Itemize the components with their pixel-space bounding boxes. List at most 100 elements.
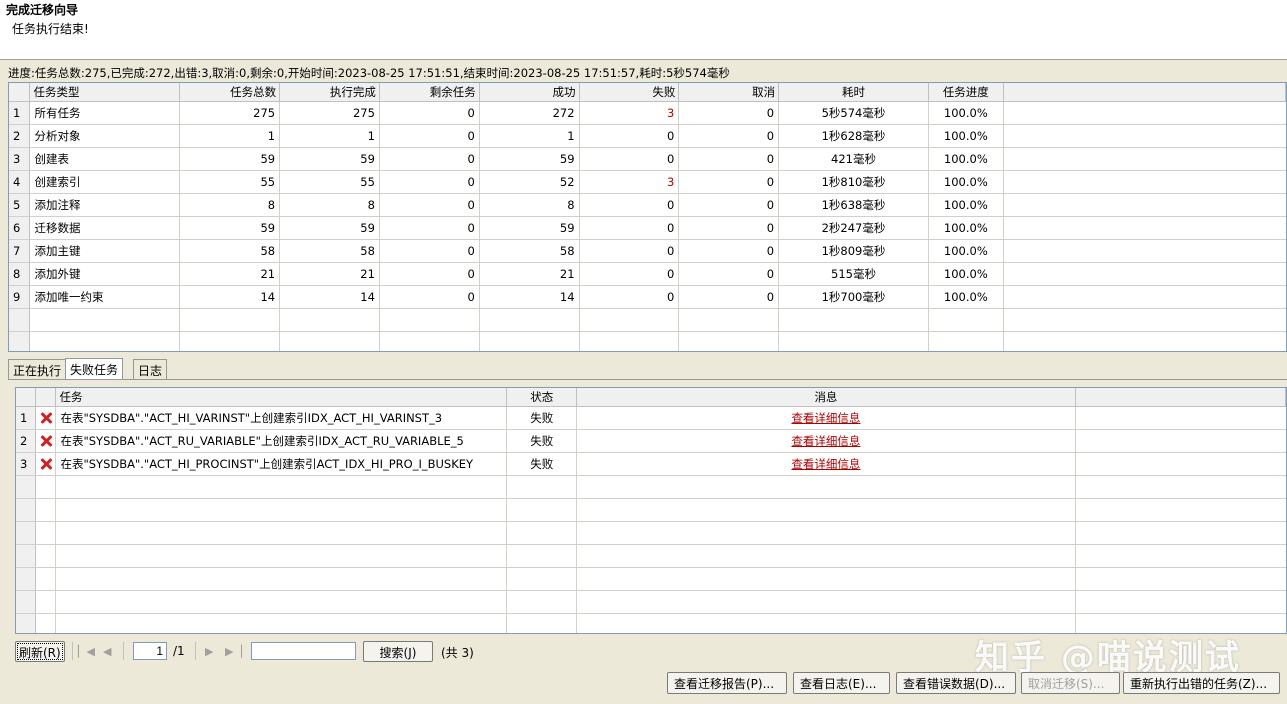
error-icon-cell <box>35 406 57 430</box>
col-filler <box>1075 388 1286 407</box>
empty-cell <box>579 331 680 351</box>
page-number-input[interactable] <box>133 642 167 660</box>
table-row[interactable]: 2 在表"SYSDBA"."ACT_RU_VARIABLE"上创建索引IDX_AC… <box>16 429 1286 453</box>
col-status[interactable]: 状态 <box>506 388 578 407</box>
col-completed[interactable]: 执行完成 <box>279 83 380 102</box>
tab-failed-tasks[interactable]: 失败任务 <box>65 358 124 379</box>
table-row[interactable]: 3 在表"SYSDBA"."ACT_HI_PROCINST"上创建索引ACT_ID… <box>16 452 1286 476</box>
col-total[interactable]: 任务总数 <box>179 83 281 102</box>
view-error-data-button[interactable]: 查看错误数据(D)... <box>896 672 1016 694</box>
filler-cell <box>1003 262 1286 286</box>
empty-cell <box>1075 567 1286 591</box>
col-elapsed[interactable]: 耗时 <box>778 83 929 102</box>
remaining-cell: 0 <box>379 193 480 217</box>
progress-summary: 进度:任务总数:275,已完成:272,出错:3,取消:0,剩余:0,开始时间:… <box>8 66 730 80</box>
table-row[interactable]: 7 添加主键 58 58 0 58 0 0 1秒809毫秒 100.0% <box>9 239 1286 263</box>
col-task[interactable]: 任务 <box>55 388 508 407</box>
message-cell[interactable]: 查看详细信息 <box>576 452 1076 476</box>
col-progress[interactable]: 任务进度 <box>928 83 1004 102</box>
empty-cell <box>579 308 680 332</box>
last-page-icon[interactable]: ▶▕ <box>225 645 242 658</box>
view-log-button[interactable]: 查看日志(E)... <box>793 672 890 694</box>
table-row[interactable]: 2 分析对象 1 1 0 1 0 0 1秒628毫秒 100.0% <box>9 124 1286 148</box>
result-count: (共 3) <box>441 646 474 660</box>
next-page-icon[interactable]: ▶ <box>205 645 213 658</box>
row-number: 2 <box>9 124 31 148</box>
refresh-button[interactable]: 刷新(R) <box>15 641 65 662</box>
empty-row <box>16 521 1286 545</box>
col-remaining[interactable]: 剩余任务 <box>379 83 480 102</box>
search-input[interactable] <box>251 642 356 660</box>
tab-log[interactable]: 日志 <box>133 359 168 379</box>
cancelled-cell: 0 <box>678 193 780 217</box>
cancelled-cell: 0 <box>678 170 780 194</box>
view-report-button[interactable]: 查看迁移报告(P)... <box>667 672 787 694</box>
message-cell[interactable]: 查看详细信息 <box>576 429 1076 453</box>
progress-cell: 100.0% <box>928 216 1004 240</box>
row-number: 3 <box>9 147 31 171</box>
col-task-type[interactable]: 任务类型 <box>29 83 181 102</box>
col-failed[interactable]: 失败 <box>579 83 680 102</box>
col-success[interactable]: 成功 <box>479 83 580 102</box>
empty-cell <box>379 331 480 351</box>
message-cell[interactable]: 查看详细信息 <box>576 406 1076 430</box>
empty-cell <box>35 498 57 522</box>
search-button[interactable]: 搜索(J) <box>363 641 433 662</box>
empty-cell <box>506 590 578 614</box>
success-cell: 272 <box>479 101 580 125</box>
first-page-icon[interactable]: ▏◀ <box>78 645 95 658</box>
failed-tasks-table: 任务 状态 消息 1 在表"SYSDBA"."ACT_HI_VARINST"上创建… <box>16 388 1286 633</box>
task-type-cell: 所有任务 <box>29 101 181 125</box>
task-type-cell: 迁移数据 <box>29 216 181 240</box>
progress-cell: 100.0% <box>928 239 1004 263</box>
empty-cell <box>778 308 929 332</box>
cancel-migration-button[interactable]: 取消迁移(S)... <box>1021 672 1120 694</box>
empty-cell <box>35 590 57 614</box>
total-cell: 275 <box>179 101 281 125</box>
view-details-link[interactable]: 查看详细信息 <box>791 434 860 448</box>
empty-cell <box>16 544 37 568</box>
completed-cell: 59 <box>279 216 380 240</box>
prev-page-icon[interactable]: ◀ <box>103 645 111 658</box>
empty-cell <box>16 498 37 522</box>
elapsed-cell: 1秒700毫秒 <box>778 285 929 309</box>
page-total: /1 <box>173 644 185 658</box>
empty-cell <box>479 331 580 351</box>
total-cell: 8 <box>179 193 281 217</box>
row-number: 1 <box>16 406 37 430</box>
table-row[interactable]: 6 迁移数据 59 59 0 59 0 0 2秒247毫秒 100.0% <box>9 216 1286 240</box>
failed-tasks-grid[interactable]: 任务 状态 消息 1 在表"SYSDBA"."ACT_HI_VARINST"上创建… <box>15 387 1287 634</box>
view-details-link[interactable]: 查看详细信息 <box>791 457 860 471</box>
table-row[interactable]: 3 创建表 59 59 0 59 0 0 421毫秒 100.0% <box>9 147 1286 171</box>
failed-cell: 0 <box>579 216 680 240</box>
view-details-link[interactable]: 查看详细信息 <box>791 411 860 425</box>
empty-cell <box>479 308 580 332</box>
failed-cell: 0 <box>579 262 680 286</box>
failed-cell: 0 <box>579 285 680 309</box>
col-cancelled[interactable]: 取消 <box>678 83 780 102</box>
rerun-failed-button[interactable]: 重新执行出错的任务(Z)... <box>1123 672 1280 694</box>
empty-row <box>16 567 1286 591</box>
task-summary-grid[interactable]: 任务类型 任务总数 执行完成 剩余任务 成功 失败 取消 耗时 任务进度 1 所有… <box>8 82 1287 352</box>
table-row[interactable]: 1 所有任务 275 275 0 272 3 0 5秒574毫秒 100.0% <box>9 101 1286 125</box>
separator <box>123 642 124 660</box>
col-message[interactable]: 消息 <box>576 388 1076 407</box>
empty-cell <box>16 521 37 545</box>
empty-cell <box>9 331 31 351</box>
total-cell: 21 <box>179 262 281 286</box>
table-row[interactable]: 5 添加注释 8 8 0 8 0 0 1秒638毫秒 100.0% <box>9 193 1286 217</box>
row-number: 5 <box>9 193 31 217</box>
empty-cell <box>55 498 508 522</box>
empty-cell <box>576 590 1076 614</box>
failed-header-row: 任务 状态 消息 <box>16 388 1286 407</box>
remaining-cell: 0 <box>379 101 480 125</box>
table-row[interactable]: 4 创建索引 55 55 0 52 3 0 1秒810毫秒 100.0% <box>9 170 1286 194</box>
row-number: 7 <box>9 239 31 263</box>
table-row[interactable]: 8 添加外键 21 21 0 21 0 0 515毫秒 100.0% <box>9 262 1286 286</box>
table-row[interactable]: 9 添加唯一约束 14 14 0 14 0 0 1秒700毫秒 100.0% <box>9 285 1286 309</box>
success-cell: 59 <box>479 216 580 240</box>
table-row[interactable]: 1 在表"SYSDBA"."ACT_HI_VARINST"上创建索引IDX_ACT… <box>16 406 1286 430</box>
tab-running[interactable]: 正在执行 <box>8 359 67 379</box>
success-cell: 1 <box>479 124 580 148</box>
empty-cell <box>1075 544 1286 568</box>
